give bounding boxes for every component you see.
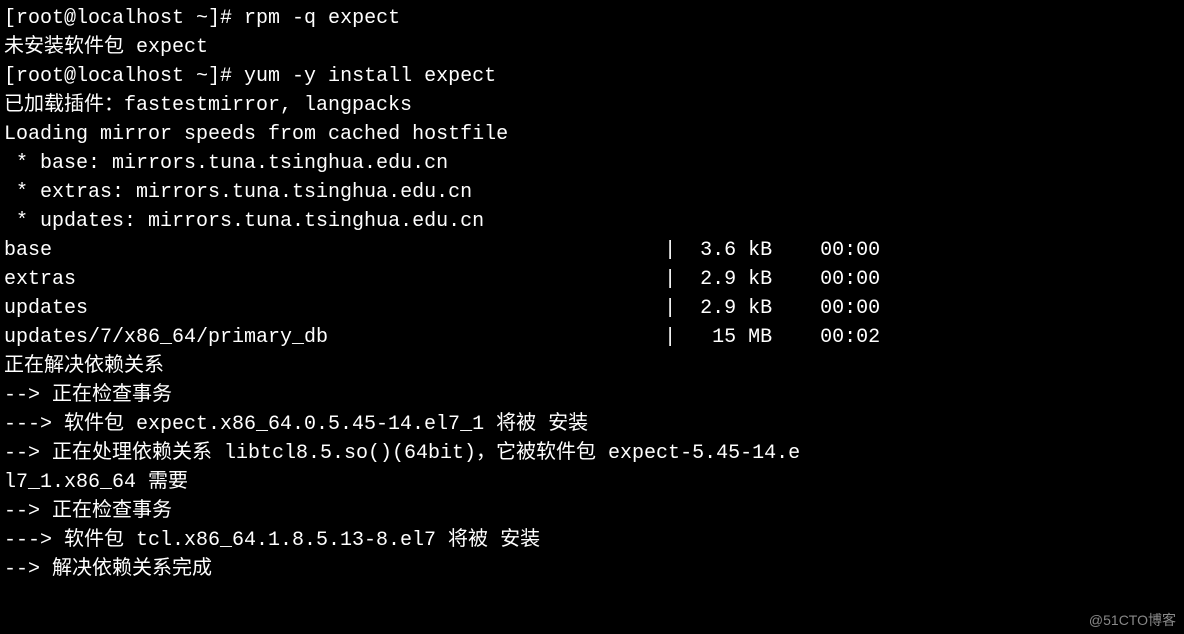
output-line: 正在解决依赖关系 xyxy=(4,355,164,378)
output-line: * updates: mirrors.tuna.tsinghua.edu.cn xyxy=(4,210,484,233)
watermark-text: @51CTO博客 xyxy=(1089,610,1176,630)
output-line: Loading mirror speeds from cached hostfi… xyxy=(4,123,508,146)
terminal-output[interactable]: [root@localhost ~]# rpm -q expect 未安装软件包… xyxy=(4,4,1180,584)
output-line: --> 正在检查事务 xyxy=(4,500,172,523)
output-line: * base: mirrors.tuna.tsinghua.edu.cn xyxy=(4,152,448,175)
repo-row: updates | 2.9 kB 00:00 xyxy=(4,297,880,320)
command-text: yum -y install expect xyxy=(244,65,496,88)
output-line: --> 正在处理依赖关系 libtcl8.5.so()(64bit)，它被软件包… xyxy=(4,442,800,465)
output-line: 已加载插件：fastestmirror, langpacks xyxy=(4,94,412,117)
repo-row: extras | 2.9 kB 00:00 xyxy=(4,268,880,291)
output-line: --> 解决依赖关系完成 xyxy=(4,558,212,581)
command-text: rpm -q expect xyxy=(244,7,400,30)
output-line: * extras: mirrors.tuna.tsinghua.edu.cn xyxy=(4,181,472,204)
output-line: l7_1.x86_64 需要 xyxy=(4,471,188,494)
shell-prompt: [root@localhost ~]# xyxy=(4,7,244,30)
output-line: 未安装软件包 expect xyxy=(4,36,208,59)
repo-row: updates/7/x86_64/primary_db | 15 MB 00:0… xyxy=(4,326,880,349)
output-line: ---> 软件包 expect.x86_64.0.5.45-14.el7_1 将… xyxy=(4,413,588,436)
output-line: --> 正在检查事务 xyxy=(4,384,172,407)
shell-prompt: [root@localhost ~]# xyxy=(4,65,244,88)
repo-row: base | 3.6 kB 00:00 xyxy=(4,239,880,262)
output-line: ---> 软件包 tcl.x86_64.1.8.5.13-8.el7 将被 安装 xyxy=(4,529,540,552)
